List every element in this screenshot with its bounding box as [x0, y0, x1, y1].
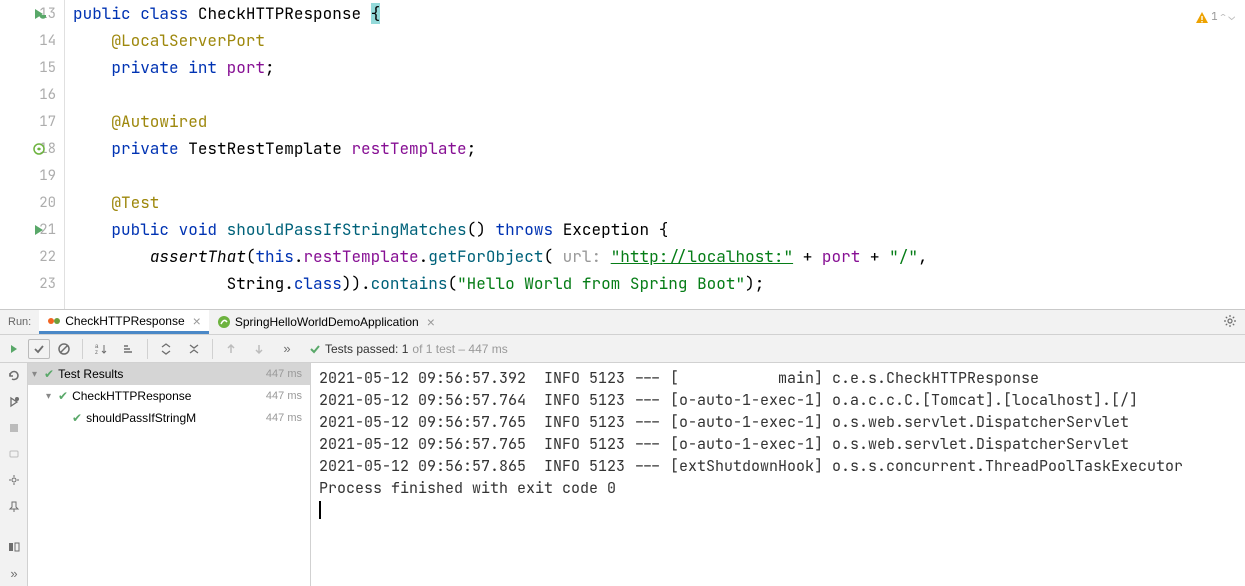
show-ignored-button[interactable] [50, 336, 78, 362]
run-tab-springapp[interactable]: SpringHelloWorldDemoApplication × [209, 310, 443, 334]
tree-toggle-icon[interactable]: ▾ [46, 391, 58, 402]
layout-button[interactable] [0, 534, 28, 560]
tree-time: 447 ms [266, 412, 310, 424]
console-cursor [319, 501, 1237, 519]
check-icon: ✔ [44, 367, 54, 381]
console-line: 2021-05-12 09:56:57.392 INFO 5123 --- [ … [319, 367, 1237, 389]
gutter-row[interactable]: 13 [0, 0, 64, 27]
next-failed-button[interactable] [245, 336, 273, 362]
more-button[interactable]: » [273, 336, 301, 362]
code-line[interactable] [73, 81, 1245, 108]
code-line[interactable]: @LocalServerPort [73, 27, 1245, 54]
close-icon[interactable]: × [427, 314, 435, 330]
close-icon[interactable]: × [193, 313, 201, 329]
rerun-failed-button[interactable] [0, 363, 28, 389]
gutter-row[interactable]: 16 [0, 81, 64, 108]
run-tab-checkhttpresponse[interactable]: CheckHTTPResponse × [39, 310, 209, 334]
gutter-row[interactable]: 21 [0, 216, 64, 243]
inspection-chevron-icon: ⌄ [1228, 4, 1235, 31]
run-tabs-bar: Run: CheckHTTPResponse × SpringHelloWorl… [0, 310, 1245, 335]
code-line[interactable]: public class CheckHTTPResponse { [73, 0, 1245, 27]
inspection-indicator[interactable]: 1 ⌃ ⌄ [1195, 4, 1235, 31]
gutter-row[interactable]: 19 [0, 162, 64, 189]
test-tree[interactable]: ▾ ✔ Test Results 447 ms ▾ ✔ CheckHTTPRes… [28, 363, 311, 586]
svg-text:z: z [95, 350, 98, 356]
run-toolbar: az » Tests passed: 1 of 1 test – 447 ms [0, 335, 1245, 363]
console-line: 2021-05-12 09:56:57.764 INFO 5123 --- [o… [319, 389, 1237, 411]
run-tab-label: SpringHelloWorldDemoApplication [235, 315, 419, 329]
settings-icon[interactable] [1223, 314, 1237, 331]
code-line[interactable]: assertThat(this.restTemplate.getForObjec… [73, 243, 1245, 270]
tree-label: CheckHTTPResponse [72, 389, 266, 403]
console-line: 2021-05-12 09:56:57.865 INFO 5123 --- [e… [319, 455, 1237, 477]
gutter-row[interactable]: 20 [0, 189, 64, 216]
tests-passed-count: Tests passed: 1 [325, 342, 408, 356]
gutter-row[interactable]: 15 [0, 54, 64, 81]
code-line[interactable]: private int port; [73, 54, 1245, 81]
tree-time: 447 ms [266, 368, 310, 380]
run-left-toolbar: » [0, 363, 28, 586]
run-tab-label: CheckHTTPResponse [65, 314, 184, 328]
console-exit-line: Process finished with exit code 0 [319, 477, 1237, 499]
warning-icon [1195, 11, 1209, 25]
prev-failed-button[interactable] [217, 336, 245, 362]
code-line[interactable] [73, 162, 1245, 189]
tree-toggle-icon[interactable]: ▾ [32, 369, 44, 380]
editor-area: 13 14 15 16 17 18 19 20 21 22 23 1 ⌃ ⌄ p… [0, 0, 1245, 309]
check-icon [309, 343, 321, 355]
toggle-auto-test-button[interactable] [0, 389, 28, 415]
run-panel: Run: CheckHTTPResponse × SpringHelloWorl… [0, 309, 1245, 586]
check-icon: ✔ [58, 389, 68, 403]
expand-all-button[interactable] [152, 336, 180, 362]
code-line[interactable]: public void shouldPassIfStringMatches() … [73, 216, 1245, 243]
sort-duration-button[interactable] [115, 336, 143, 362]
test-status: Tests passed: 1 of 1 test – 447 ms [301, 342, 508, 356]
more-vertical-button[interactable]: » [0, 560, 28, 586]
gutter-row[interactable]: 23 [0, 270, 64, 297]
gutter-row[interactable]: 18 [0, 135, 64, 162]
java-test-icon [47, 314, 61, 328]
run-test-icon[interactable] [32, 223, 46, 237]
tree-row-results[interactable]: ▾ ✔ Test Results 447 ms [28, 363, 310, 385]
rerun-button[interactable] [0, 336, 28, 362]
tree-row-class[interactable]: ▾ ✔ CheckHTTPResponse 447 ms [28, 385, 310, 407]
code-line[interactable]: @Test [73, 189, 1245, 216]
sort-alpha-button[interactable]: az [87, 336, 115, 362]
spring-icon [217, 315, 231, 329]
dump-threads-button[interactable] [0, 441, 28, 467]
stop-button[interactable] [0, 415, 28, 441]
pin-button[interactable] [0, 493, 28, 519]
code-editor[interactable]: 1 ⌃ ⌄ public class CheckHTTPResponse { @… [65, 0, 1245, 309]
collapse-all-button[interactable] [180, 336, 208, 362]
editor-gutter: 13 14 15 16 17 18 19 20 21 22 23 [0, 0, 65, 309]
gutter-row[interactable]: 17 [0, 108, 64, 135]
bean-icon[interactable] [32, 142, 46, 156]
show-passed-button[interactable] [28, 339, 50, 359]
tree-time: 447 ms [266, 390, 310, 402]
tree-label: Test Results [58, 367, 266, 381]
tests-total: of 1 test – 447 ms [412, 342, 507, 356]
console-line: 2021-05-12 09:56:57.765 INFO 5123 --- [o… [319, 411, 1237, 433]
inspection-chevron-icon: ⌃ [1220, 4, 1227, 31]
code-line[interactable]: @Autowired [73, 108, 1245, 135]
console-line: 2021-05-12 09:56:57.765 INFO 5123 --- [o… [319, 433, 1237, 455]
settings-button[interactable] [0, 467, 28, 493]
code-line[interactable]: String.class)).contains("Hello World fro… [73, 270, 1245, 297]
gutter-row[interactable]: 14 [0, 27, 64, 54]
tree-label: shouldPassIfStringM [86, 411, 266, 425]
run-label: Run: [4, 316, 39, 328]
warning-count: 1 [1211, 4, 1218, 31]
gutter-row[interactable]: 22 [0, 243, 64, 270]
console-output[interactable]: 2021-05-12 09:56:57.392 INFO 5123 --- [ … [311, 363, 1245, 586]
code-line[interactable]: private TestRestTemplate restTemplate; [73, 135, 1245, 162]
check-icon: ✔ [72, 411, 82, 425]
run-class-icon[interactable] [32, 7, 46, 21]
run-body: » ▾ ✔ Test Results 447 ms ▾ ✔ CheckHTTPR… [0, 363, 1245, 586]
tree-row-method[interactable]: ✔ shouldPassIfStringM 447 ms [28, 407, 310, 429]
